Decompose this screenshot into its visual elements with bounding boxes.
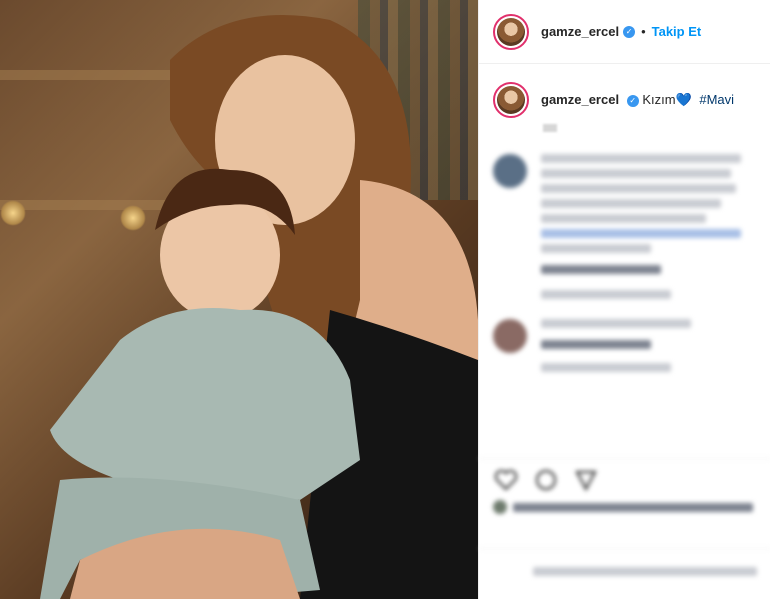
comment-avatar[interactable] [493, 154, 527, 188]
photo-figures [40, 15, 478, 599]
comment-text-blurred [541, 154, 756, 305]
comment-avatar[interactable] [493, 319, 527, 353]
avatar[interactable] [493, 13, 529, 50]
caption: gamze_ercel ✓ Kızım💙 #Mavi [479, 64, 770, 118]
comment-icon[interactable] [533, 467, 559, 493]
comment-text-blurred [541, 319, 756, 378]
add-comment-blurred [479, 548, 770, 599]
likes-blurred [493, 500, 753, 514]
blurred-timestamp [543, 124, 557, 132]
post-photo[interactable] [0, 0, 478, 599]
post-header: gamze_ercel ✓ • Takip Et [479, 0, 770, 64]
baby-sweater [50, 308, 360, 500]
verified-icon: ✓ [626, 94, 639, 107]
blue-heart-emoji: 💙 [675, 92, 692, 107]
caption-avatar[interactable] [493, 82, 529, 118]
username-link[interactable]: gamze_ercel [541, 24, 619, 39]
action-bar [479, 458, 770, 501]
verified-icon: ✓ [623, 25, 636, 38]
heart-icon[interactable] [493, 467, 519, 493]
follow-button[interactable]: Takip Et [652, 24, 702, 39]
caption-body: Kızım [642, 92, 676, 107]
hashtag-link[interactable]: #Mavi [699, 92, 734, 107]
comment-item [479, 154, 770, 305]
share-icon[interactable] [573, 467, 599, 493]
caption-username[interactable]: gamze_ercel [541, 92, 619, 107]
post-sidebar: gamze_ercel ✓ • Takip Et gamze_ercel ✓ K… [478, 0, 770, 599]
separator: • [641, 24, 646, 39]
caption-text: gamze_ercel ✓ Kızım💙 #Mavi [541, 92, 734, 108]
comment-item [479, 319, 770, 378]
